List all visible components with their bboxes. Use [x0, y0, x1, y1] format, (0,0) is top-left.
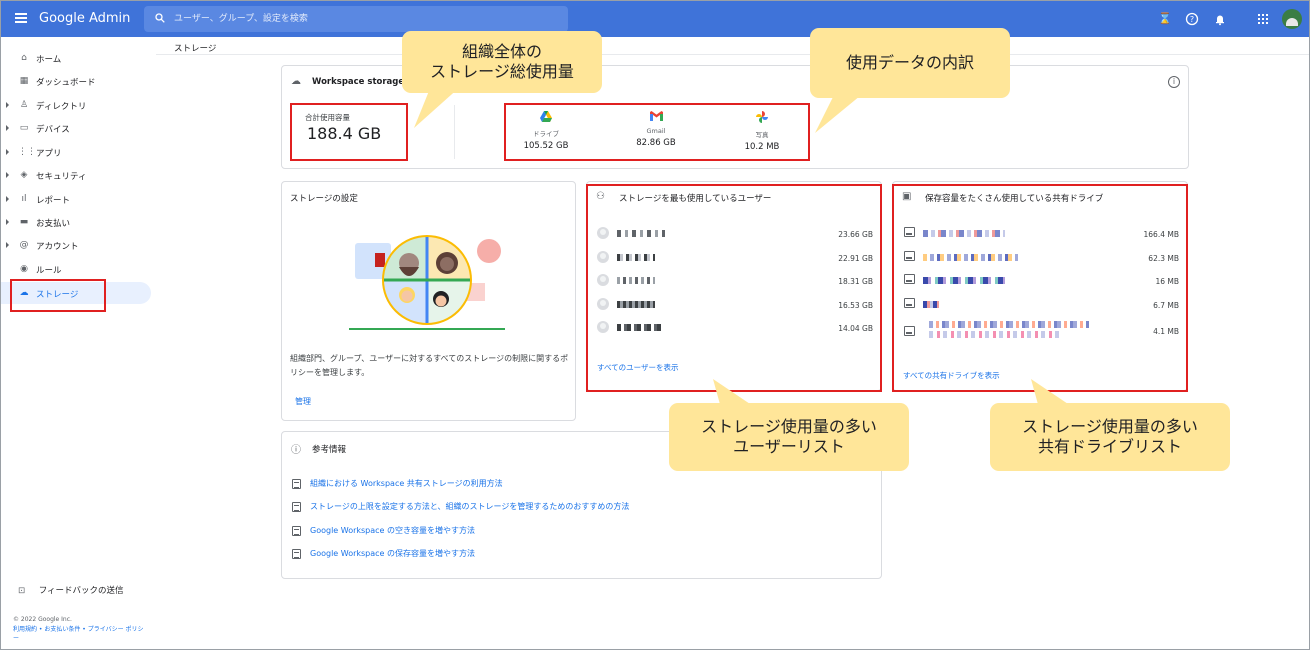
callout-text: 使用データの内訳 — [845, 53, 974, 72]
callout-text: 組織全体の — [461, 42, 542, 61]
sidebar-item-dashboard[interactable]: ▦ ダッシュボード — [1, 70, 151, 92]
dashboard-icon: ▦ — [19, 76, 29, 86]
account-avatar[interactable] — [1282, 9, 1302, 29]
sidebar-item-billing[interactable]: ▬ お支払い — [1, 211, 151, 233]
sidebar-item-home[interactable]: ⌂ ホーム — [1, 47, 151, 69]
devices-icon: ▭ — [19, 123, 29, 133]
highlight-top-drives — [892, 184, 1188, 392]
reference-link-4[interactable]: Google Workspace の保存容量を増やす方法 — [292, 548, 475, 559]
expand-caret-icon[interactable] — [6, 172, 9, 178]
home-icon: ⌂ — [21, 53, 27, 63]
callout-text: ユーザーリスト — [733, 437, 845, 456]
callout-text: ストレージ総使用量 — [430, 62, 574, 81]
reference-link-text[interactable]: Google Workspace の空き容量を増やす方法 — [310, 526, 475, 535]
reference-link-text[interactable]: 組織における Workspace 共有ストレージの利用方法 — [310, 479, 503, 488]
reference-link-2[interactable]: ストレージの上限を設定する方法と、組織のストレージを管理するためのおすすめの方法 — [292, 501, 629, 512]
reference-link-3[interactable]: Google Workspace の空き容量を増やす方法 — [292, 525, 475, 536]
sidebar-item-reports[interactable]: ıl レポート — [1, 188, 151, 210]
feedback-icon: ⊡ — [18, 586, 26, 596]
manage-link[interactable]: 管理 — [295, 396, 311, 407]
callout-total-usage: 組織全体の ストレージ総使用量 — [402, 31, 602, 93]
svg-text:?: ? — [1190, 15, 1194, 24]
shield-icon: ◈ — [20, 170, 28, 180]
sidebar-item-label: ディレクトリ — [36, 102, 87, 112]
document-icon — [292, 548, 301, 559]
search-input[interactable] — [174, 9, 554, 29]
apps-icon: ⋮⋮ — [18, 147, 36, 157]
person-icon: ♙ — [19, 100, 29, 110]
search-box[interactable] — [144, 6, 568, 32]
sidebar-item-label: デバイス — [36, 125, 70, 135]
sidebar-item-label: ホーム — [36, 55, 62, 65]
document-icon — [292, 501, 301, 512]
admin-window: Google Admin ⌛ ? ⌂ ホーム ▦ ダッシュボード ♙ ディレク — [0, 0, 1310, 650]
reference-link-1[interactable]: 組織における Workspace 共有ストレージの利用方法 — [292, 478, 503, 489]
sidebar-item-devices[interactable]: ▭ デバイス — [1, 117, 151, 139]
reference-link-text[interactable]: ストレージの上限を設定する方法と、組織のストレージを管理するためのおすすめの方法 — [310, 502, 629, 511]
settings-description: 組織部門、グループ、ユーザーに対するすべてのストレージの制限に関するポリシーを管… — [290, 354, 569, 377]
document-icon — [292, 525, 301, 536]
credit-card-icon: ▬ — [19, 217, 29, 227]
sidebar-item-security[interactable]: ◈ セキュリティ — [1, 164, 151, 186]
info-icon[interactable]: i — [1168, 76, 1180, 88]
feedback-label: フィードバックの送信 — [38, 586, 124, 596]
highlight-total-usage — [290, 103, 408, 161]
cloud-icon: ☁ — [291, 76, 301, 87]
document-icon — [292, 478, 301, 489]
expand-caret-icon[interactable] — [6, 125, 9, 131]
legal-links[interactable]: 利用規約 • お支払い条件 • プライバシー ポリシー — [13, 625, 148, 643]
expand-caret-icon[interactable] — [6, 102, 9, 108]
top-app-bar: Google Admin ⌛ ? — [1, 1, 1309, 37]
breadcrumb: ストレージ — [174, 44, 217, 54]
help-circle-icon: ⓘ — [291, 445, 301, 456]
app-brand[interactable]: Google Admin — [39, 11, 130, 26]
highlight-storage-menu — [10, 279, 106, 312]
breadcrumb-bar — [156, 37, 1309, 55]
at-icon: @ — [19, 240, 29, 250]
rules-icon: ◉ — [20, 264, 28, 274]
callout-text: 共有ドライブリスト — [1037, 437, 1182, 456]
bar-chart-icon: ıl — [21, 194, 27, 204]
feedback-link[interactable]: ⊡ フィードバックの送信 — [18, 584, 124, 596]
sidebar-nav: ⌂ ホーム ▦ ダッシュボード ♙ ディレクトリ ▭ デバイス ⋮⋮ アプリ ◈… — [1, 37, 156, 649]
expand-caret-icon[interactable] — [6, 149, 9, 155]
sidebar-item-apps[interactable]: ⋮⋮ アプリ — [1, 141, 151, 163]
highlight-breakdown — [504, 103, 810, 161]
sidebar-item-label: アカウント — [36, 242, 79, 252]
sidebar-item-account[interactable]: @ アカウント — [1, 234, 151, 256]
expand-caret-icon[interactable] — [6, 242, 9, 248]
search-icon — [155, 13, 165, 23]
callout-top-drives: ストレージ使用量の多い 共有ドライブリスト — [990, 403, 1230, 471]
bell-icon[interactable] — [1213, 12, 1227, 26]
highlight-top-users — [586, 184, 882, 392]
reference-link-text[interactable]: Google Workspace の保存容量を増やす方法 — [310, 549, 475, 558]
callout-top-users: ストレージ使用量の多い ユーザーリスト — [669, 403, 909, 471]
callout-text: ストレージ使用量の多い — [1022, 417, 1198, 436]
callout-breakdown: 使用データの内訳 — [810, 28, 1010, 98]
hourglass-icon[interactable]: ⌛ — [1158, 12, 1172, 26]
sidebar-item-rules[interactable]: ◉ ルール — [1, 258, 151, 280]
help-icon[interactable]: ? — [1185, 12, 1199, 26]
card-title: ストレージの設定 — [290, 194, 358, 204]
copyright-text: © 2022 Google Inc. — [13, 616, 72, 623]
people-illustration — [349, 235, 505, 330]
sidebar-item-label: アプリ — [36, 149, 62, 159]
sidebar-item-label: セキュリティ — [36, 172, 87, 182]
hamburger-menu-icon[interactable] — [15, 13, 27, 23]
sidebar-item-label: お支払い — [36, 219, 71, 229]
sidebar-item-label: ルール — [36, 266, 62, 276]
card-title: 参考情報 — [312, 445, 347, 455]
expand-caret-icon[interactable] — [6, 196, 9, 202]
sidebar-item-directory[interactable]: ♙ ディレクトリ — [1, 94, 151, 116]
apps-grid-icon[interactable] — [1256, 12, 1270, 26]
sidebar-item-label: レポート — [36, 196, 71, 206]
sidebar-item-label: ダッシュボード — [36, 78, 96, 88]
callout-text: ストレージ使用量の多い — [701, 417, 877, 436]
expand-caret-icon[interactable] — [6, 219, 9, 225]
card-title: Workspace storage — [312, 77, 405, 87]
